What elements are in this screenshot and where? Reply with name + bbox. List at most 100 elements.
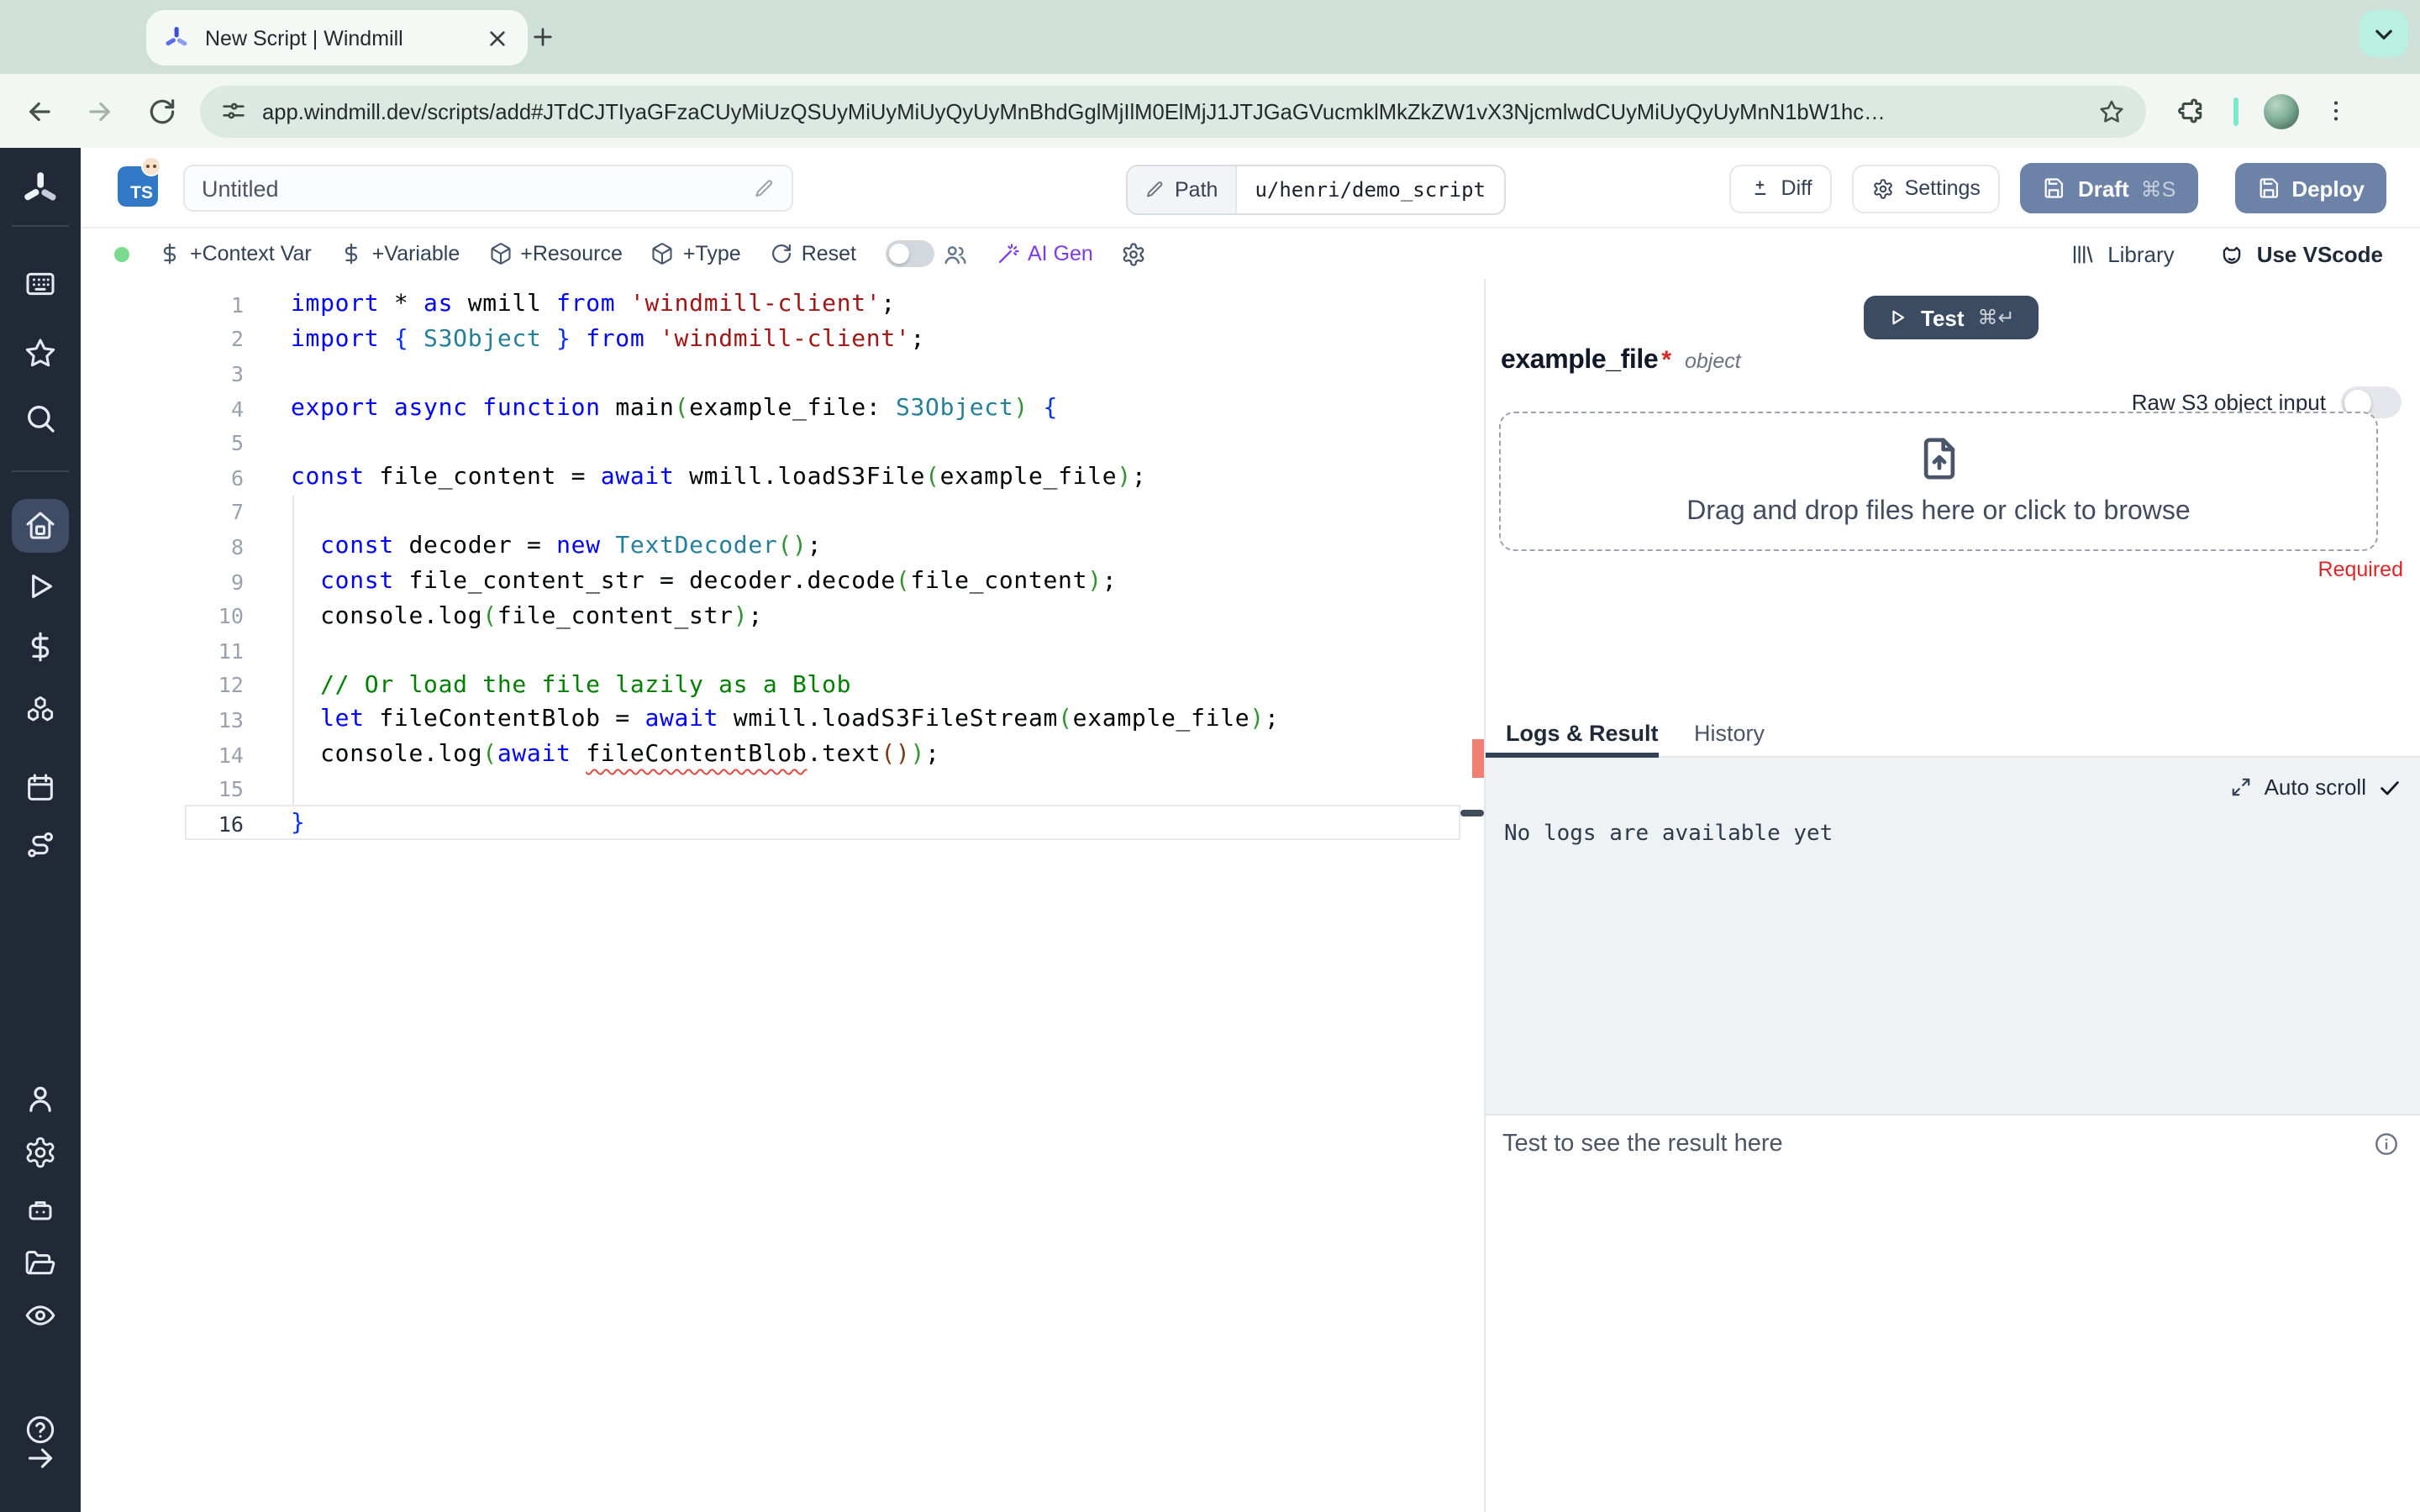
flows-icon (24, 828, 57, 862)
sidebar-item-search[interactable] (0, 402, 81, 435)
tab-close-icon[interactable] (484, 24, 511, 51)
sidebar-item-home[interactable] (0, 509, 81, 543)
tab-history[interactable]: History (1694, 721, 1765, 746)
toggle-off[interactable] (885, 240, 934, 267)
tab-search-button[interactable] (2360, 10, 2408, 57)
script-header: TS Untitled Path u/henri/demo_script Dif… (81, 148, 2420, 228)
sidebar-item-user[interactable] (0, 1082, 81, 1116)
settings-icon (24, 1136, 57, 1169)
code-lines: 1 import * as wmill from 'windmill-client… (81, 287, 1484, 841)
code-line-10[interactable]: 10 console.log(file_content_str); (81, 599, 1484, 633)
sidebar-item-resources[interactable] (0, 694, 81, 727)
result-placeholder: Test to see the result here (1502, 1131, 1783, 1158)
auto-scroll-control[interactable]: Auto scroll (2231, 774, 2402, 800)
add-type-button[interactable]: +Type (651, 242, 741, 265)
sidebar-item-workers[interactable] (0, 1193, 81, 1226)
sidebar-item-runs[interactable] (0, 570, 81, 603)
test-button[interactable]: Test ⌘↵ (1864, 296, 2039, 339)
code-line-8[interactable]: 8 const decoder = new TextDecoder(); (81, 529, 1484, 564)
sidebar-item-settings[interactable] (0, 1136, 81, 1169)
sidebar-item-variables[interactable] (0, 630, 81, 664)
sidebar-divider (12, 225, 69, 227)
sidebar-item-schedules[interactable] (0, 771, 81, 805)
deploy-button[interactable]: Deploy (2234, 163, 2386, 213)
ai-gen-button[interactable]: AI Gen (996, 242, 1093, 265)
code-line-12[interactable]: 12 // Or load the file lazily as a Blob (81, 668, 1484, 702)
add-resource-button[interactable]: +Resource (488, 242, 623, 265)
editor-scrollbar-thumb[interactable] (1460, 810, 1484, 816)
add-variable-button[interactable]: +Variable (340, 242, 460, 265)
line-number: 15 (218, 776, 244, 802)
sidebar-item-audit-logs[interactable] (0, 1299, 81, 1332)
apps-icon (24, 267, 57, 301)
back-button[interactable] (24, 95, 55, 127)
line-number: 3 (230, 360, 244, 386)
expand-icon[interactable] (2231, 776, 2253, 798)
schedules-icon (24, 771, 57, 805)
sidebar-item-favorites[interactable] (0, 336, 81, 370)
script-title-input[interactable]: Untitled (183, 165, 793, 212)
file-dropzone[interactable]: Drag and drop files here or click to bro… (1499, 412, 2378, 551)
argument-name: example_file (1501, 346, 1659, 375)
info-icon[interactable] (2373, 1131, 2400, 1158)
collapse-icon (24, 1441, 57, 1475)
extension-pin-divider (2233, 97, 2238, 125)
edit-title-icon[interactable] (753, 177, 775, 199)
multiplayer-toggle[interactable] (885, 240, 967, 267)
reload-button[interactable] (146, 95, 178, 127)
tab-logs-result[interactable]: Logs & Result (1506, 721, 1659, 746)
code-editor[interactable]: 1 import * as wmill from 'windmill-client… (81, 279, 1484, 1512)
code-line-4[interactable]: 4 export async function main(example_file… (81, 391, 1484, 426)
forward-button[interactable] (84, 95, 116, 127)
address-bar[interactable]: app.windmill.dev/scripts/add#JTdCJTIyaGF… (200, 85, 2146, 137)
workers-icon (24, 1193, 57, 1226)
new-tab-button[interactable] (524, 18, 561, 55)
code-text: import { S3Object } from 'windmill-clien… (291, 325, 926, 353)
preview-panel: Test ⌘↵ example_file * object Raw S3 obj… (1486, 279, 2420, 1512)
browser-menu-icon[interactable] (2323, 97, 2349, 124)
draft-button[interactable]: Draft ⌘S (2020, 163, 2198, 213)
code-line-7[interactable]: 7 (81, 495, 1484, 529)
save-icon (2256, 176, 2280, 200)
code-line-16[interactable]: 16} (81, 806, 1484, 841)
sidebar-item-apps[interactable] (0, 267, 81, 301)
settings-button[interactable]: Settings (1852, 164, 2001, 213)
code-line-6[interactable]: 6 const file_content = await wmill.loadS3… (81, 460, 1484, 495)
code-line-14[interactable]: 14 console.log(await fileContentBlob.tex… (81, 737, 1484, 771)
status-dot (114, 246, 129, 261)
code-line-11[interactable]: 11 (81, 633, 1484, 668)
bookmark-icon[interactable] (2097, 97, 2126, 125)
sidebar-item-flows[interactable] (0, 828, 81, 862)
windmill-app: TS Untitled Path u/henri/demo_script Dif… (0, 148, 2420, 1512)
editor-settings-icon[interactable] (1122, 241, 1147, 266)
audit-logs-icon (24, 1299, 57, 1332)
users-icon (942, 241, 967, 266)
use-vscode-button[interactable]: Use VScode (2218, 240, 2383, 267)
sidebar-item-folders[interactable] (0, 1247, 81, 1280)
code-line-9[interactable]: 9 const file_content_str = decoder.decod… (81, 564, 1484, 599)
argument-row: example_file * object (1501, 346, 1741, 376)
code-line-2[interactable]: 2 import { S3Object } from 'windmill-clie… (81, 322, 1484, 356)
line-number: 11 (218, 638, 244, 664)
code-line-15[interactable]: 15 (81, 772, 1484, 806)
sidebar-item-expand[interactable] (0, 1441, 81, 1475)
extensions-icon[interactable] (2175, 96, 2205, 126)
browser-profile-avatar[interactable] (2264, 93, 2299, 129)
code-line-13[interactable]: 13 let fileContentBlob = await wmill.loa… (81, 702, 1484, 737)
add-context-var-button[interactable]: +Context Var (158, 242, 312, 265)
line-number: 4 (230, 396, 244, 422)
library-button[interactable]: Library (2070, 241, 2175, 266)
script-path-control[interactable]: Path u/henri/demo_script (1126, 165, 1506, 215)
reset-button[interactable]: Reset (770, 242, 856, 265)
code-line-3[interactable]: 3 (81, 356, 1484, 391)
site-settings-icon[interactable] (220, 97, 247, 124)
diff-button[interactable]: Diff (1728, 164, 1833, 213)
search-icon (24, 402, 57, 435)
line-number: 16 (218, 811, 244, 837)
file-upload-icon (1915, 435, 1962, 482)
panel-tabs: Logs & Result History (1486, 711, 2420, 758)
browser-tab[interactable]: New Script | Windmill (146, 10, 528, 66)
required-asterisk: * (1661, 346, 1671, 375)
code-line-1[interactable]: 1 import * as wmill from 'windmill-client… (81, 287, 1484, 322)
code-line-5[interactable]: 5 (81, 426, 1484, 460)
